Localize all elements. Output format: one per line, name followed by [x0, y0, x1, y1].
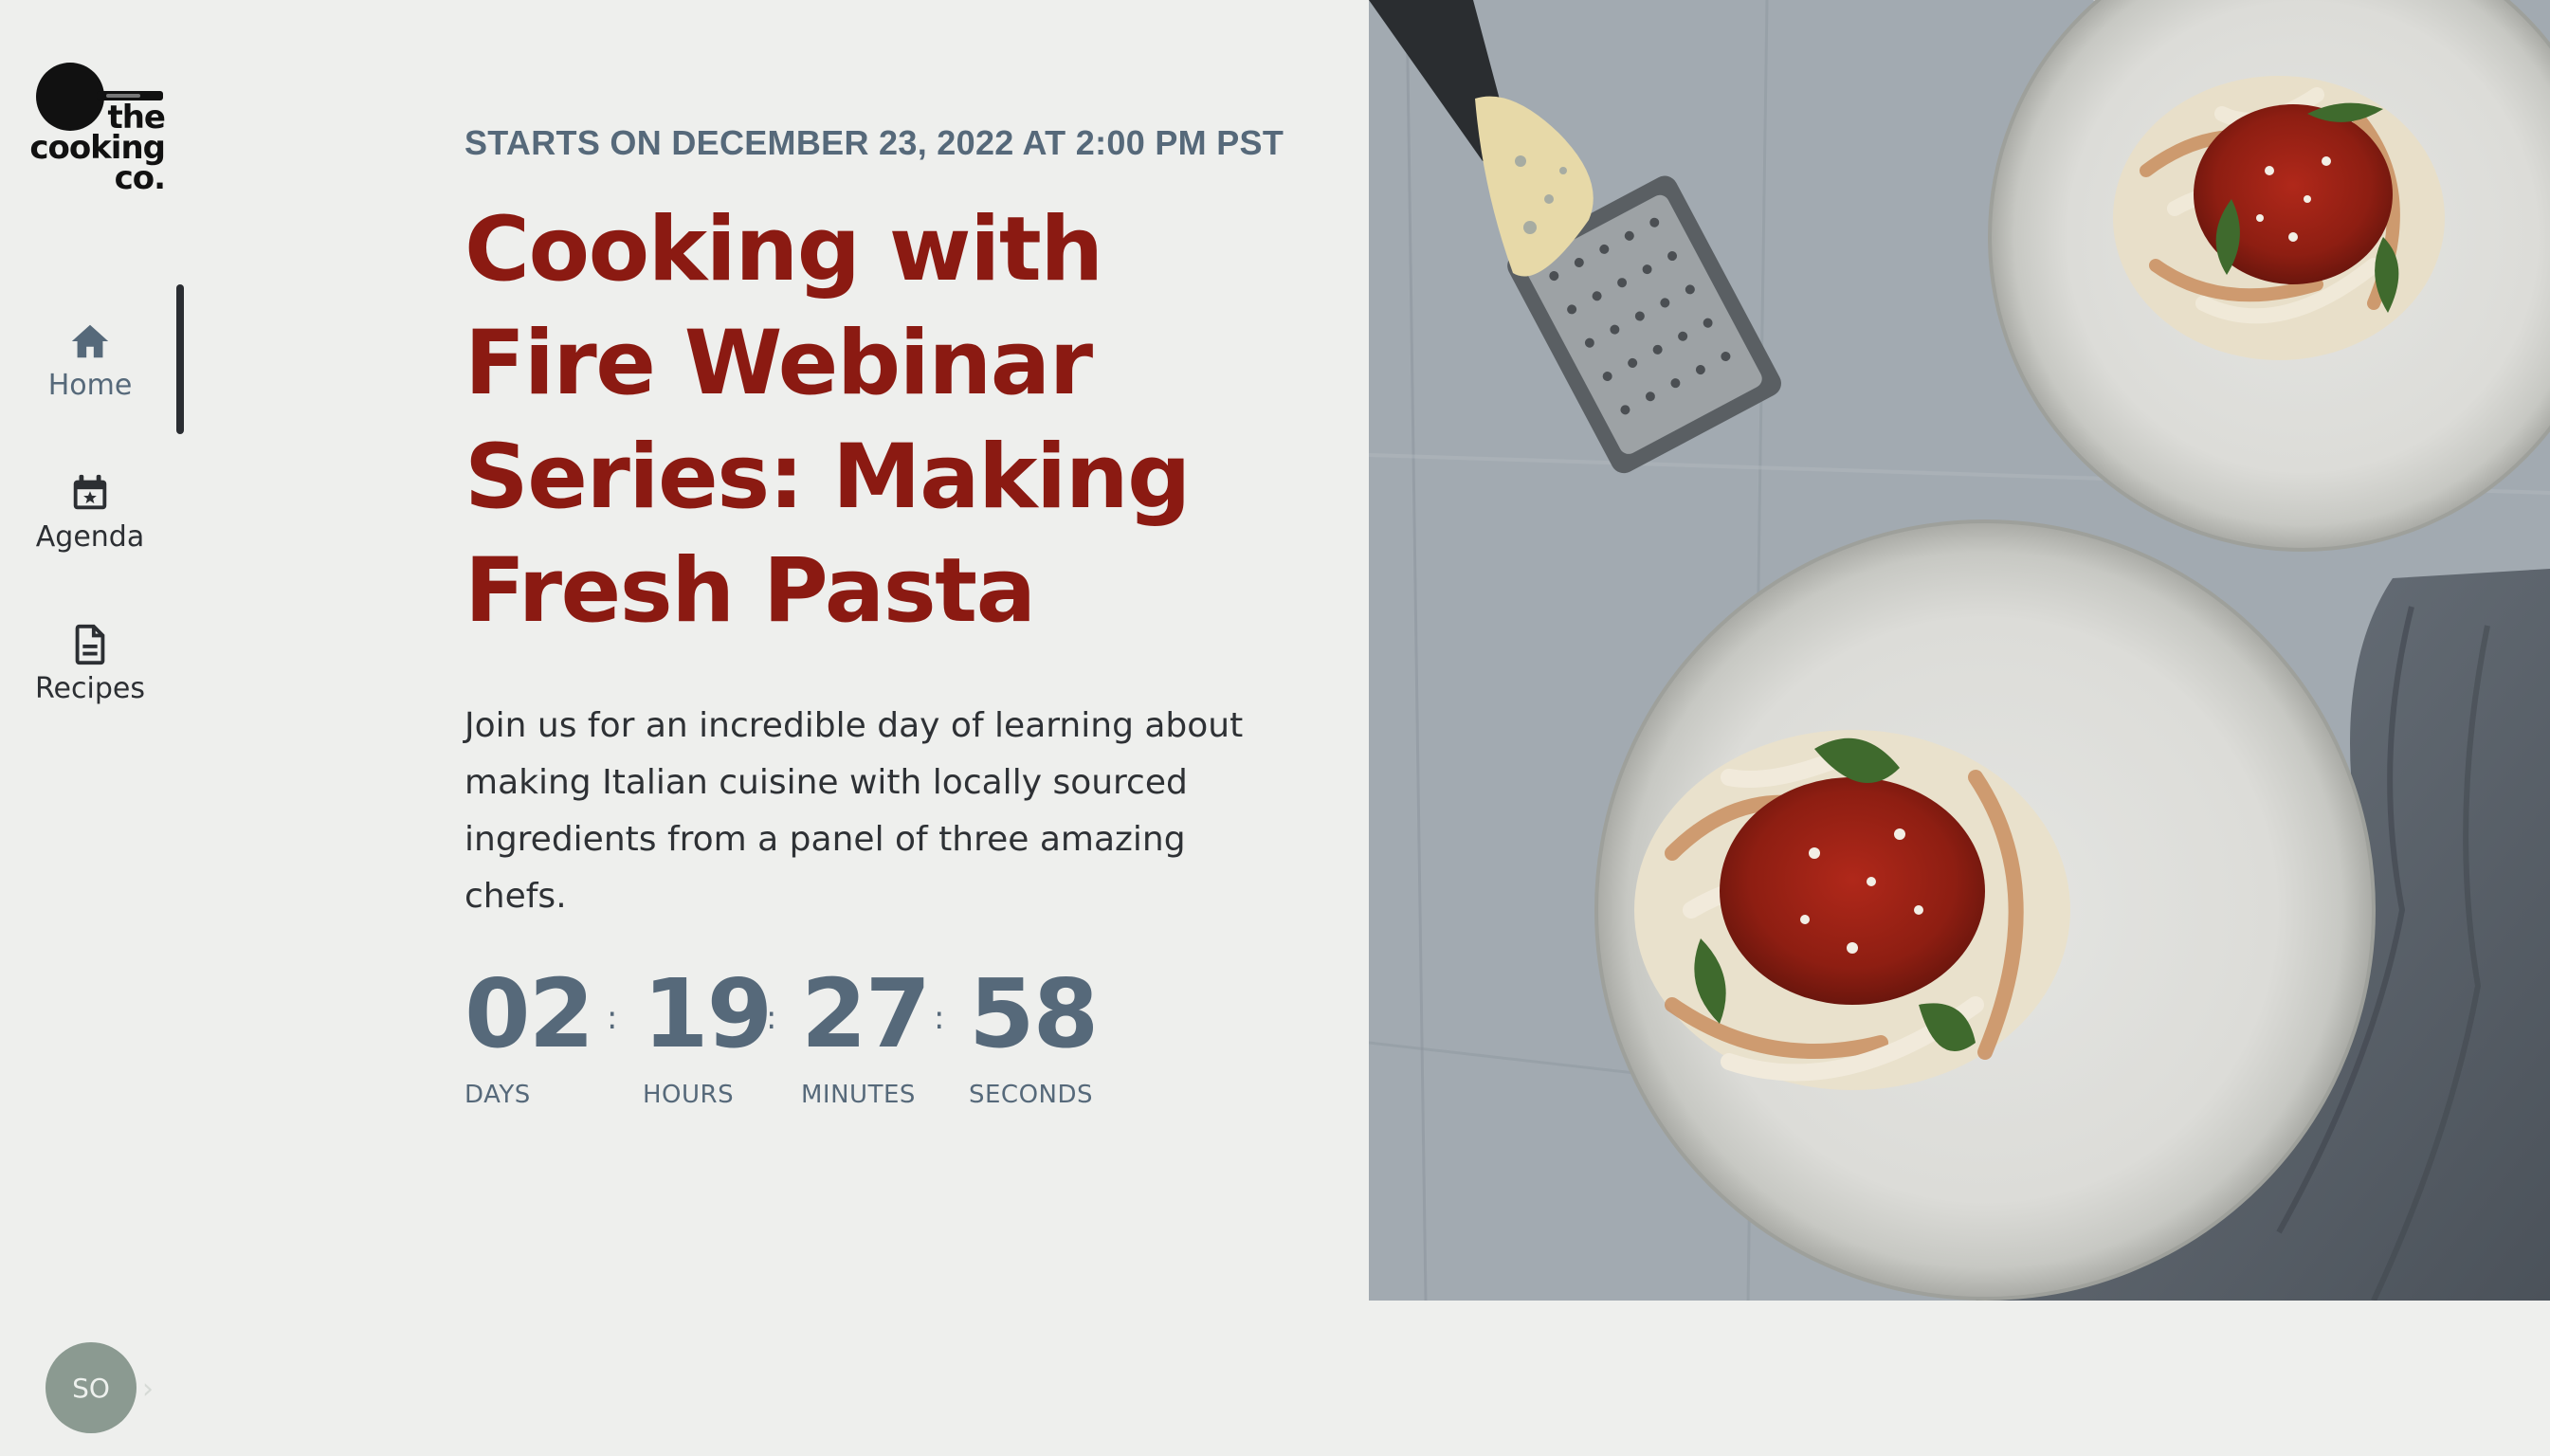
sidebar-item-home[interactable]: Home — [0, 284, 184, 436]
countdown-value: 19 — [643, 958, 773, 1069]
countdown-label: MINUTES — [801, 1081, 916, 1109]
countdown-days: 02 DAYS — [464, 957, 594, 1109]
event-hero-text: STARTS ON DECEMBER 23, 2022 AT 2:00 PM P… — [464, 123, 1284, 959]
sidebar-nav: Home Agenda Recipes — [0, 284, 184, 739]
countdown-label: DAYS — [464, 1081, 531, 1109]
countdown-seconds: 58 SECONDS — [969, 957, 1099, 1109]
event-start-date: STARTS ON DECEMBER 23, 2022 AT 2:00 PM P… — [464, 123, 1284, 162]
document-icon — [75, 624, 105, 664]
countdown-hours: 19 HOURS — [643, 957, 773, 1109]
pasta-plates-illustration — [1369, 0, 2550, 1301]
countdown-label: SECONDS — [969, 1081, 1094, 1109]
home-icon — [71, 324, 109, 357]
countdown-minutes: 27 MINUTES — [801, 957, 931, 1109]
active-indicator — [176, 284, 184, 434]
countdown-value: 58 — [969, 958, 1099, 1069]
sidebar-item-label: Home — [47, 368, 133, 402]
countdown-separator: : — [934, 999, 945, 1037]
sidebar-item-label: Agenda — [35, 519, 145, 554]
page-title: Cooking with Fire Webinar Series: Making… — [464, 198, 1191, 643]
user-avatar[interactable]: SO — [46, 1342, 137, 1433]
countdown-value: 27 — [801, 958, 931, 1069]
sidebar-item-recipes[interactable]: Recipes — [0, 588, 180, 739]
hero-image-pasta — [1369, 0, 2550, 1301]
countdown-timer: 02 DAYS : 19 HOURS : 27 MINUTES : 58 SEC… — [464, 957, 1185, 1109]
countdown-value: 02 — [464, 958, 594, 1069]
countdown-label: HOURS — [643, 1081, 735, 1109]
countdown-separator: : — [607, 999, 618, 1037]
event-description: Join us for an incredible day of learnin… — [464, 706, 1244, 916]
sidebar-item-agenda[interactable]: Agenda — [0, 436, 180, 588]
brand-wordmark: the cooking co. — [29, 99, 166, 197]
chevron-right-icon[interactable]: › — [142, 1373, 154, 1406]
sidebar-item-label: Recipes — [35, 671, 145, 705]
brand-logo[interactable]: the cooking co. — [29, 59, 176, 201]
calendar-star-icon — [73, 474, 107, 509]
countdown-separator: : — [766, 999, 777, 1037]
